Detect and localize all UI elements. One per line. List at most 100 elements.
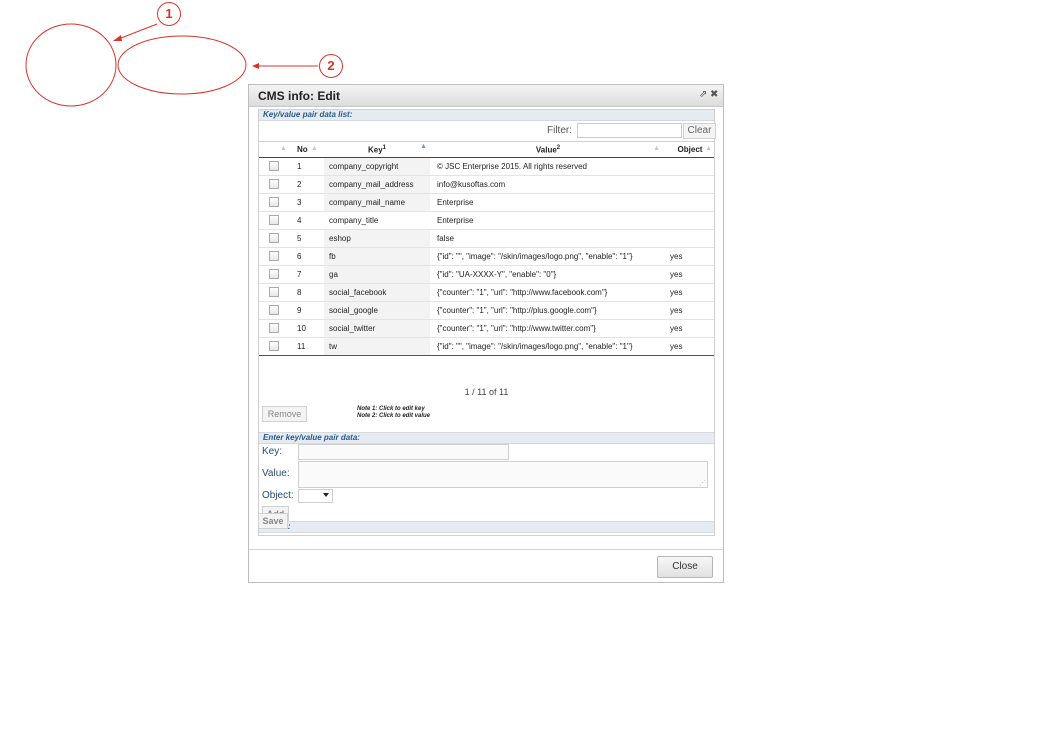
key-value-table: ▲ No ▲ Key1 ▲ Value2 ▲ Object ▲ 1 company_cop…	[259, 141, 714, 356]
row-no: 5	[289, 229, 324, 248]
row-checkbox[interactable]	[269, 214, 279, 225]
row-object	[666, 211, 714, 230]
table-row[interactable]: 4 company_title Enterprise	[259, 211, 714, 230]
row-value[interactable]: {"counter": "1", "url": "http://www.twit…	[430, 319, 666, 338]
notes: Note 1: Click to edit key Note 2: Click …	[357, 406, 430, 420]
row-checkbox[interactable]	[269, 250, 279, 261]
row-no: 1	[289, 157, 324, 176]
column-header-key-sup: 1	[382, 144, 387, 151]
row-no: 4	[289, 211, 324, 230]
row-key[interactable]: fb	[324, 247, 430, 266]
row-no: 7	[289, 265, 324, 284]
annotation-arrow-1	[115, 23, 158, 41]
row-checkbox[interactable]	[269, 268, 279, 279]
row-no: 9	[289, 301, 324, 320]
table-header-row: ▲ No ▲ Key1 ▲ Value2 ▲ Object ▲	[259, 141, 714, 158]
row-checkbox[interactable]	[269, 178, 279, 189]
table-row[interactable]: 10 social_twitter {"counter": "1", "url": …	[259, 319, 714, 338]
save-button[interactable]: Save	[258, 513, 288, 529]
value-textarea[interactable]: ⋰	[298, 461, 708, 488]
table-row[interactable]: 3 company_mail_name Enterprise	[259, 193, 714, 212]
row-object	[666, 175, 714, 194]
footer-divider	[249, 549, 723, 550]
filter-row: Filter: Clear	[259, 121, 716, 139]
object-select[interactable]	[298, 489, 333, 503]
row-key[interactable]: eshop	[324, 229, 430, 248]
remove-button[interactable]: Remove	[262, 406, 307, 422]
table-row[interactable]: 1 company_copyright © JSC Enterprise 2015.…	[259, 157, 714, 176]
row-object: yes	[666, 319, 714, 338]
key-label: Key:	[262, 446, 283, 457]
value-label: Value:	[262, 468, 290, 479]
dialog-title: CMS info: Edit	[258, 89, 340, 103]
row-value[interactable]: info@kusoftas.com	[430, 175, 666, 194]
table-row[interactable]: 11 tw {"id": "", "image": "/skin/images/lo…	[259, 337, 714, 356]
object-label: Object:	[262, 490, 294, 501]
row-value[interactable]: Enterprise	[430, 193, 666, 212]
row-key[interactable]: ga	[324, 265, 430, 284]
column-header-key[interactable]: Key1 ▲	[324, 141, 430, 158]
row-object: yes	[666, 301, 714, 320]
row-value[interactable]: {"counter": "1", "url": "http://plus.goo…	[430, 301, 666, 320]
row-value[interactable]: false	[430, 229, 666, 248]
row-value[interactable]: {"id": "", "image": "/skin/images/logo.p…	[430, 247, 666, 266]
sort-active-icon: ▲	[420, 143, 427, 150]
resize-handle-icon[interactable]: ⋰	[699, 479, 706, 487]
row-value[interactable]: {"counter": "1", "url": "http://www.face…	[430, 283, 666, 302]
row-object	[666, 229, 714, 248]
clear-button[interactable]: Clear	[683, 123, 716, 139]
row-value[interactable]: © JSC Enterprise 2015. All rights reserv…	[430, 157, 666, 176]
close-icon[interactable]: ✖	[710, 89, 718, 100]
dialog-titlebar[interactable]: CMS info: Edit ⇗ ✖	[249, 85, 723, 107]
row-key[interactable]: social_facebook	[324, 283, 430, 302]
row-no: 3	[289, 193, 324, 212]
callout-1: 1	[157, 2, 181, 26]
row-no: 10	[289, 319, 324, 338]
row-key[interactable]: tw	[324, 337, 430, 356]
note-2: Note 2: Click to edit value	[357, 413, 431, 419]
row-no: 6	[289, 247, 324, 266]
column-header-value-sup: 2	[556, 144, 561, 151]
row-value[interactable]: Enterprise	[430, 211, 666, 230]
row-key[interactable]: social_google	[324, 301, 430, 320]
column-header-value[interactable]: Value2 ▲	[430, 141, 666, 158]
row-value[interactable]: {"id": "", "image": "/skin/images/logo.p…	[430, 337, 666, 356]
filter-label: Filter:	[547, 125, 572, 136]
row-checkbox[interactable]	[269, 196, 279, 207]
row-key[interactable]: company_mail_address	[324, 175, 430, 194]
row-no: 11	[289, 337, 324, 356]
callout-2-top: 2	[319, 54, 343, 78]
table-row[interactable]: 8 social_facebook {"counter": "1", "url": …	[259, 283, 714, 302]
table-row[interactable]: 9 social_google {"counter": "1", "url": "h…	[259, 301, 714, 320]
cms-info-dialog: CMS info: Edit ⇗ ✖ Key/value pair data l…	[248, 84, 724, 583]
popout-icon[interactable]: ⇗	[699, 89, 707, 100]
row-checkbox[interactable]	[269, 232, 279, 243]
column-header-select[interactable]: ▲	[259, 141, 289, 158]
table-row[interactable]: 5 eshop false	[259, 229, 714, 248]
row-key[interactable]: company_mail_name	[324, 193, 430, 212]
close-button[interactable]: Close	[657, 556, 713, 578]
row-key[interactable]: company_copyright	[324, 157, 430, 176]
sort-icon: ▲	[705, 145, 712, 152]
row-checkbox[interactable]	[269, 160, 279, 171]
row-checkbox[interactable]	[269, 340, 279, 351]
table-row[interactable]: 2 company_mail_address info@kusoftas.com	[259, 175, 714, 194]
column-header-object[interactable]: Object ▲	[666, 141, 714, 158]
row-object	[666, 193, 714, 212]
row-checkbox[interactable]	[269, 286, 279, 297]
action-section-header: Action:	[259, 521, 714, 533]
table-row[interactable]: 6 fb {"id": "", "image": "/skin/images/log…	[259, 247, 714, 266]
column-header-no[interactable]: No ▲	[289, 141, 324, 158]
row-checkbox[interactable]	[269, 322, 279, 333]
row-key[interactable]: social_twitter	[324, 319, 430, 338]
filter-input[interactable]	[577, 123, 682, 138]
chevron-down-icon	[323, 493, 329, 497]
table-row[interactable]: 7 ga {"id": "UA-XXXX-Y", "enable": "0"} yes	[259, 265, 714, 284]
row-key[interactable]: company_title	[324, 211, 430, 230]
column-header-object-label: Object	[677, 145, 703, 154]
annotation-arrowhead-2	[252, 63, 259, 69]
row-object	[666, 157, 714, 176]
row-value[interactable]: {"id": "UA-XXXX-Y", "enable": "0"}	[430, 265, 666, 284]
key-input[interactable]	[298, 444, 509, 460]
row-checkbox[interactable]	[269, 304, 279, 315]
